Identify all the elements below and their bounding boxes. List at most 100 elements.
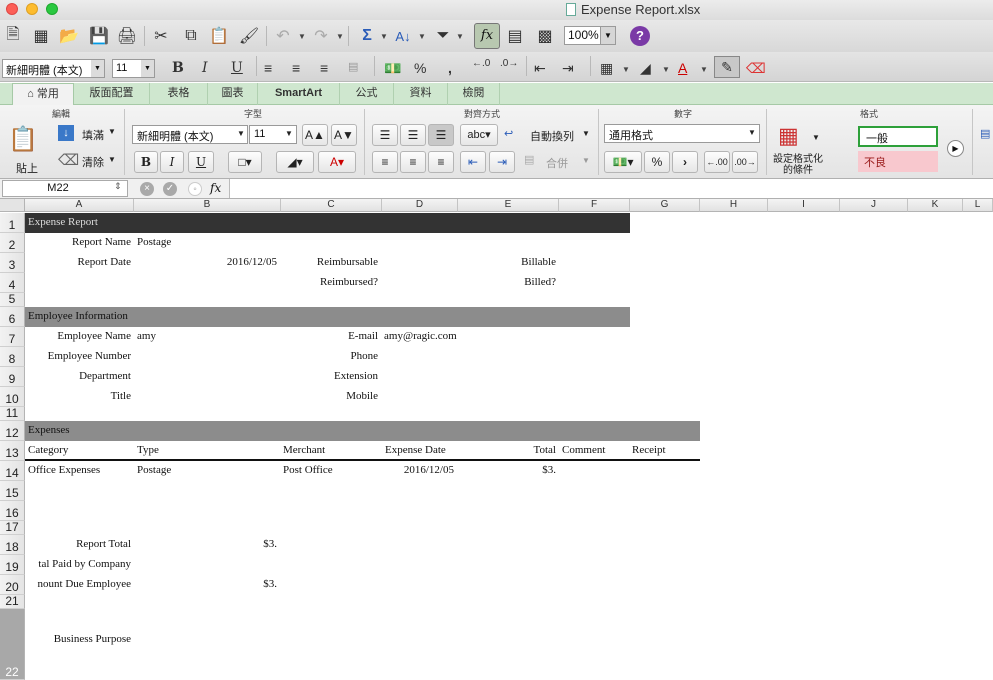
- ribbon-decrease-indent-icon[interactable]: ⇤: [460, 151, 486, 173]
- table-header-expense-date[interactable]: Expense Date: [385, 444, 446, 456]
- decrease-decimal-icon[interactable]: .0→: [500, 58, 518, 69]
- table-header-merchant[interactable]: Merchant: [283, 444, 325, 456]
- tab-tables[interactable]: 表格: [150, 83, 208, 105]
- ribbon-bold-icon[interactable]: B: [134, 151, 158, 173]
- font-size-select[interactable]: 11: [112, 59, 142, 78]
- italic-icon[interactable]: I: [202, 60, 208, 76]
- cell-business-purpose-label[interactable]: Business Purpose: [25, 633, 131, 645]
- row-header[interactable]: 12: [0, 421, 25, 441]
- cell-report-name-label[interactable]: Report Name: [25, 236, 131, 248]
- cell-employee-name[interactable]: amy: [137, 330, 156, 342]
- cell-total[interactable]: $3.: [458, 464, 556, 476]
- merge-center-icon[interactable]: ▤: [348, 60, 358, 73]
- new-document-icon[interactable]: 🗎: [2, 25, 24, 47]
- row-header[interactable]: 8: [0, 347, 25, 367]
- minimize-window-button[interactable]: [26, 3, 38, 15]
- borders-icon[interactable]: ▦: [600, 60, 613, 77]
- align-bottom-icon[interactable]: ☰: [428, 124, 454, 146]
- autosum-dropdown-icon[interactable]: ▼: [380, 32, 388, 41]
- column-header-h[interactable]: H: [700, 199, 768, 212]
- formula-builder-icon[interactable]: fx: [474, 23, 500, 49]
- ribbon-increase-decimal-icon[interactable]: ←.00: [704, 151, 730, 173]
- ribbon-italic-icon[interactable]: I: [160, 151, 184, 173]
- row-header[interactable]: 9: [0, 367, 25, 387]
- font-color-icon[interactable]: A: [678, 60, 687, 76]
- conditional-format-icon[interactable]: ▦: [778, 123, 808, 153]
- ribbon-align-left-icon[interactable]: ≡: [372, 151, 398, 173]
- merge-dropdown-icon[interactable]: ▼: [582, 156, 590, 165]
- fill-icon[interactable]: ↓: [58, 125, 74, 141]
- cell-employee-number-label[interactable]: Employee Number: [25, 350, 131, 362]
- select-all-corner[interactable]: [0, 199, 25, 212]
- column-header-g[interactable]: G: [630, 199, 700, 212]
- cell-title-label[interactable]: Title: [25, 390, 131, 402]
- insert-function-icon[interactable]: fx: [210, 181, 221, 195]
- row-header[interactable]: 15: [0, 481, 25, 501]
- formula-input[interactable]: [229, 179, 993, 198]
- conditional-format-label[interactable]: 設定格式化的條件: [772, 154, 824, 176]
- cell-employee-name-label[interactable]: Employee Name: [25, 330, 131, 342]
- row-header[interactable]: 7: [0, 327, 25, 347]
- orientation-button[interactable]: abc▾: [460, 124, 498, 146]
- increase-indent-icon[interactable]: ⇥: [562, 60, 574, 77]
- table-header-total[interactable]: Total: [458, 444, 556, 456]
- ribbon-size-dropdown-icon[interactable]: ▼: [285, 129, 293, 138]
- open-folder-icon[interactable]: 📂: [58, 25, 80, 47]
- cell-report-date[interactable]: 2016/12/05: [134, 256, 277, 268]
- cell-phone-label[interactable]: Phone: [281, 350, 379, 362]
- grow-font-icon[interactable]: A▲: [302, 124, 328, 146]
- increase-decimal-icon[interactable]: ←.0: [472, 58, 490, 69]
- cell-extension-label[interactable]: Extension: [281, 370, 378, 382]
- row-header[interactable]: 1: [0, 213, 25, 233]
- ribbon-currency-icon[interactable]: 💵▾: [604, 151, 642, 173]
- sort-icon[interactable]: A↓: [392, 25, 414, 47]
- gallery-icon[interactable]: ▤: [504, 25, 526, 47]
- paste-label[interactable]: 貼上: [16, 160, 38, 176]
- name-box[interactable]: M22: [2, 180, 128, 197]
- style-bad[interactable]: 不良: [858, 151, 938, 172]
- wrap-text-dropdown-icon[interactable]: ▼: [582, 129, 590, 138]
- row-header[interactable]: 20: [0, 575, 25, 595]
- font-dropdown-icon[interactable]: ▼: [91, 59, 105, 78]
- row-header[interactable]: 2: [0, 233, 25, 253]
- font-size-dropdown-icon[interactable]: ▼: [141, 59, 155, 78]
- template-gallery-icon[interactable]: ▦: [30, 25, 52, 47]
- ribbon-fill-color-icon[interactable]: ◢▾: [276, 151, 314, 173]
- underline-icon[interactable]: U: [231, 60, 243, 76]
- cell-report-total[interactable]: $3.: [134, 538, 277, 550]
- cell-amount-due[interactable]: $3.: [134, 578, 277, 590]
- column-header-l[interactable]: L: [963, 199, 993, 212]
- undo-dropdown-icon[interactable]: ▼: [298, 32, 306, 41]
- wrap-text-label[interactable]: 自動換列: [530, 128, 574, 144]
- row-header[interactable]: 14: [0, 461, 25, 481]
- row-header[interactable]: 16: [0, 501, 25, 521]
- table-header-category[interactable]: Category: [28, 444, 68, 456]
- percent-icon[interactable]: %: [414, 60, 426, 76]
- font-select[interactable]: 新細明體 (本文): [2, 59, 92, 78]
- cut-icon[interactable]: ✂: [150, 25, 172, 47]
- table-header-comment[interactable]: Comment: [562, 444, 605, 456]
- row-header[interactable]: 11: [0, 406, 25, 421]
- fill-color-icon[interactable]: ◢: [640, 60, 651, 77]
- print-icon[interactable]: 🖨: [116, 25, 138, 47]
- cell-reimbursed[interactable]: Reimbursed?: [281, 276, 378, 288]
- align-top-icon[interactable]: ☰: [372, 124, 398, 146]
- save-icon[interactable]: 💾: [88, 25, 110, 47]
- ribbon-font-dropdown-icon[interactable]: ▼: [237, 129, 245, 138]
- help-icon[interactable]: ?: [630, 26, 650, 46]
- cancel-formula-icon[interactable]: ×: [140, 182, 154, 196]
- number-format-select[interactable]: 通用格式: [604, 124, 760, 143]
- zoom-dropdown-icon[interactable]: ▼: [600, 27, 615, 44]
- media-browser-icon[interactable]: ▩: [534, 25, 556, 47]
- style-normal[interactable]: 一般: [858, 126, 938, 147]
- bold-icon[interactable]: B: [172, 60, 184, 76]
- cell-category[interactable]: Office Expenses: [28, 464, 100, 476]
- filter-dropdown-icon[interactable]: ▼: [456, 32, 464, 41]
- ribbon-borders-icon[interactable]: □▾: [228, 151, 262, 173]
- row-header[interactable]: 4: [0, 273, 25, 293]
- column-header-f[interactable]: F: [559, 199, 630, 212]
- cell-email[interactable]: amy@ragic.com: [384, 330, 457, 342]
- tab-data[interactable]: 資料: [394, 83, 448, 105]
- tab-layout[interactable]: 版面配置: [74, 83, 150, 105]
- tab-smartart[interactable]: SmartArt: [258, 83, 340, 105]
